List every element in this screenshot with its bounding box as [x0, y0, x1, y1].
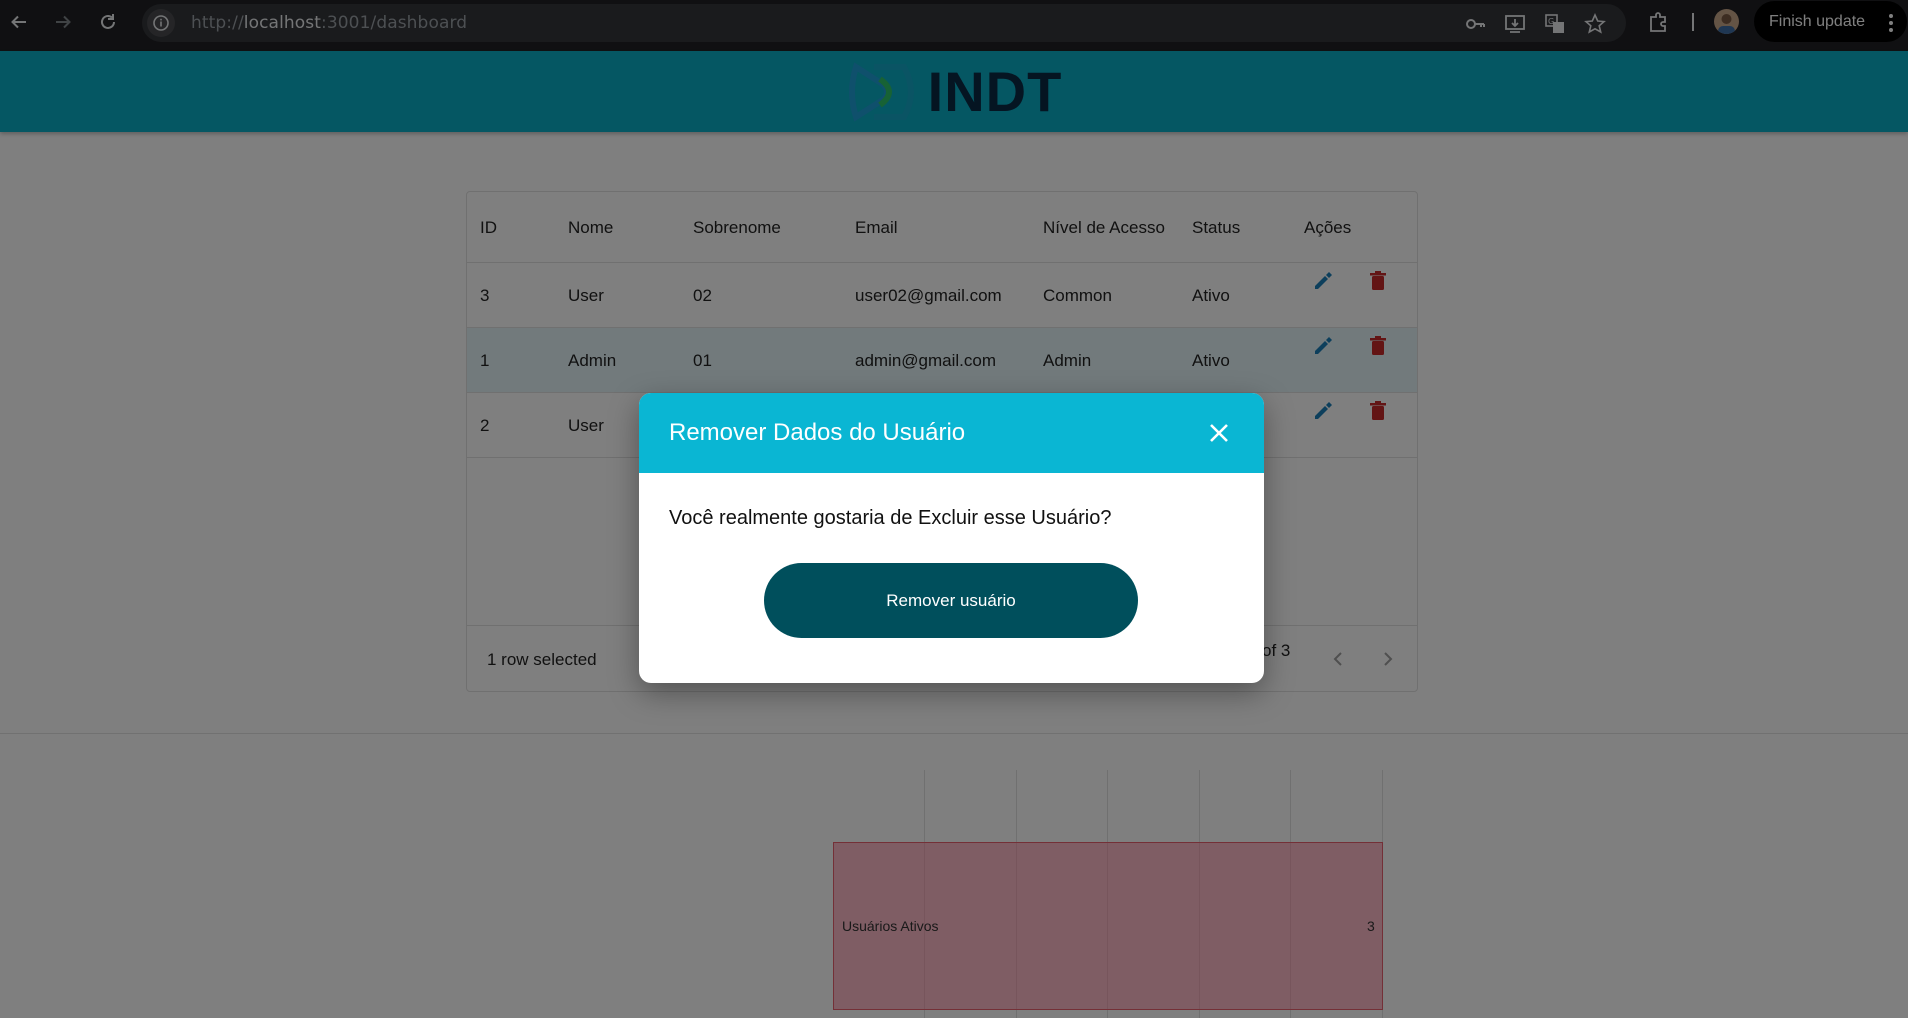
modal-message: Você realmente gostaria de Excluir esse … — [669, 507, 1112, 529]
remove-user-button-label: Remover usuário — [886, 590, 1016, 610]
modal-header: Remover Dados do Usuário — [639, 393, 1264, 473]
modal-title: Remover Dados do Usuário — [669, 419, 966, 446]
remove-user-button[interactable]: Remover usuário — [764, 563, 1138, 638]
close-icon[interactable] — [1206, 420, 1232, 446]
remove-user-modal: Remover Dados do Usuário Você realmente … — [639, 393, 1264, 683]
